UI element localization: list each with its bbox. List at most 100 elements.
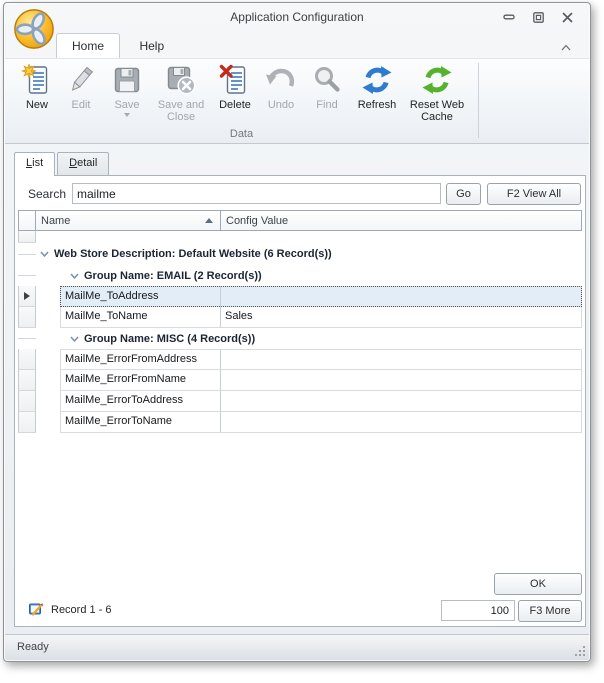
row-indent xyxy=(36,370,60,391)
group-label: Group Name: MISC (4 Record(s)) xyxy=(84,332,256,345)
save-button[interactable]: Save xyxy=(104,62,150,119)
window-controls xyxy=(502,11,574,23)
group-row-webstore[interactable]: Web Store Description: Default Website (… xyxy=(18,243,582,265)
row-indent xyxy=(36,391,60,412)
search-input[interactable] xyxy=(72,183,441,204)
row-indent xyxy=(36,349,60,370)
group-label: Web Store Description: Default Website (… xyxy=(54,248,332,260)
save-and-close-button[interactable]: Save and Close xyxy=(152,62,210,125)
view-tabs: List Detail xyxy=(14,152,111,176)
chevron-up-icon xyxy=(561,44,571,51)
view-all-button[interactable]: F2 View All xyxy=(487,183,581,205)
delete-button-label: Delete xyxy=(219,99,251,111)
row-indent xyxy=(36,307,60,328)
column-header-config-value[interactable]: Config Value xyxy=(221,210,582,231)
reset-web-cache-button[interactable]: Reset Web Cache xyxy=(404,62,470,125)
status-bar: Ready xyxy=(5,634,589,660)
tab-detail-label: Detail xyxy=(69,157,98,169)
cell-config-value[interactable] xyxy=(221,286,582,307)
cell-name[interactable]: MailMe_ToName xyxy=(60,307,221,328)
row-selector[interactable] xyxy=(18,286,36,307)
row-header-cell xyxy=(18,231,36,243)
application-window: Application Configuration Home Help New … xyxy=(3,2,591,662)
grid-header: Name Config Value xyxy=(18,210,582,231)
pencil-icon xyxy=(65,64,97,96)
refresh-button-label: Refresh xyxy=(357,99,397,111)
tab-detail[interactable]: Detail xyxy=(57,152,110,175)
delete-button[interactable]: Delete xyxy=(212,62,258,113)
minimize-icon xyxy=(503,14,515,20)
cell-config-value[interactable] xyxy=(221,370,582,391)
refresh-button[interactable]: Refresh xyxy=(352,62,402,113)
cell-name[interactable]: MailMe_ErrorFromAddress xyxy=(60,349,221,370)
cell-name[interactable]: MailMe_ErrorToName xyxy=(60,412,221,433)
collapse-ribbon-button[interactable] xyxy=(560,40,574,52)
undo-button-label: Undo xyxy=(267,99,295,111)
reset-web-cache-icon xyxy=(421,64,453,96)
cell-name[interactable]: MailMe_ErrorFromName xyxy=(60,370,221,391)
row-selector[interactable] xyxy=(18,391,36,412)
row-indent xyxy=(36,286,60,307)
row-selector[interactable] xyxy=(18,349,36,370)
cell-name[interactable]: MailMe_ErrorToAddress xyxy=(60,391,221,412)
page-size-input[interactable] xyxy=(441,600,515,621)
more-button[interactable]: F3 More xyxy=(518,600,582,622)
column-header-name[interactable]: Name xyxy=(36,210,221,231)
ok-button[interactable]: OK xyxy=(494,573,582,595)
delete-document-icon xyxy=(219,64,251,96)
chevron-down-icon[interactable] xyxy=(39,249,50,259)
undo-button[interactable]: Undo xyxy=(260,62,302,113)
table-row[interactable]: MailMe_ToAddress xyxy=(18,286,582,307)
save-and-close-button-label: Save and Close xyxy=(157,99,205,123)
row-selector[interactable] xyxy=(18,307,36,328)
ribbon-group-separator xyxy=(478,63,479,138)
cell-config-value[interactable] xyxy=(221,349,582,370)
chevron-down-icon[interactable] xyxy=(69,334,80,344)
app-logo-icon[interactable] xyxy=(13,8,55,50)
close-button[interactable] xyxy=(560,11,574,23)
row-header-cell xyxy=(18,338,36,339)
tab-list-label: List xyxy=(26,157,44,169)
group-row-misc[interactable]: Group Name: MISC (4 Record(s)) xyxy=(18,328,582,349)
row-indent xyxy=(36,412,60,433)
resize-grip[interactable] xyxy=(573,644,585,656)
cell-config-value[interactable]: Sales xyxy=(221,307,582,328)
save-button-label: Save xyxy=(114,99,140,111)
edit-button[interactable]: Edit xyxy=(60,62,102,113)
config-grid: Name Config Value Web Store Description:… xyxy=(18,210,582,433)
tab-list[interactable]: List xyxy=(14,152,56,176)
table-row[interactable]: MailMe_ErrorToName xyxy=(18,412,582,433)
group-label: Group Name: EMAIL (2 Record(s)) xyxy=(84,269,262,282)
save-and-close-icon xyxy=(165,64,197,96)
row-selector[interactable] xyxy=(18,412,36,433)
search-label: Search xyxy=(28,187,67,201)
tab-home[interactable]: Home xyxy=(56,33,121,59)
cell-config-value[interactable] xyxy=(221,412,582,433)
table-row[interactable]: MailMe_ToName Sales xyxy=(18,307,582,328)
group-row-email[interactable]: Group Name: EMAIL (2 Record(s)) xyxy=(18,265,582,286)
cell-name[interactable]: MailMe_ToAddress xyxy=(60,286,221,307)
row-header-cell xyxy=(18,275,36,276)
ribbon-tab-row: Home Help xyxy=(4,31,590,59)
column-header-name-label: Name xyxy=(41,214,71,227)
find-button-label: Find xyxy=(316,99,338,111)
ribbon: New Edit Save Save and Close Delete Undo… xyxy=(5,58,589,144)
row-selector[interactable] xyxy=(18,370,36,391)
restore-button[interactable] xyxy=(531,11,545,23)
row-header-cell xyxy=(18,253,36,255)
go-button[interactable]: Go xyxy=(446,183,481,205)
chevron-down-icon[interactable] xyxy=(69,271,80,281)
table-row[interactable]: MailMe_ErrorToAddress xyxy=(18,391,582,412)
tab-help[interactable]: Help xyxy=(124,34,179,59)
record-book-icon xyxy=(28,601,44,617)
new-document-icon xyxy=(21,63,53,96)
table-row[interactable]: MailMe_ErrorFromAddress xyxy=(18,349,582,370)
table-row[interactable]: MailMe_ErrorFromName xyxy=(18,370,582,391)
minimize-button[interactable] xyxy=(502,11,516,23)
find-button[interactable]: Find xyxy=(304,62,350,113)
status-text: Ready xyxy=(17,641,49,653)
new-button[interactable]: New xyxy=(16,62,58,113)
current-row-indicator-icon xyxy=(24,292,30,300)
cell-config-value[interactable] xyxy=(221,391,582,412)
title-bar[interactable]: Application Configuration xyxy=(4,3,590,31)
